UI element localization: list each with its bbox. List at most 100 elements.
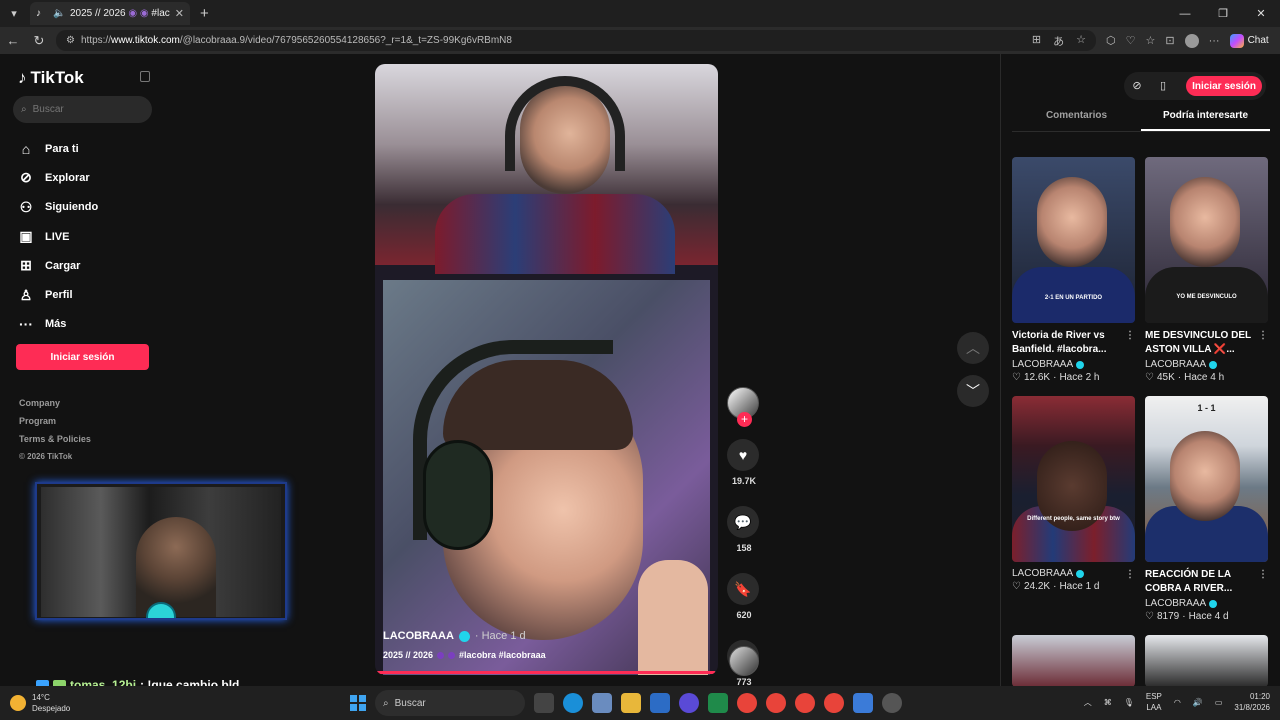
more-options-icon[interactable]: ⋮ <box>1125 329 1135 343</box>
card-author[interactable]: LACOBRAAA <box>1012 568 1135 579</box>
chrome-icon[interactable] <box>795 693 815 713</box>
sidebar-item-para-ti[interactable]: ⌂ Para ti <box>18 134 98 163</box>
comment-icon[interactable]: 💬 <box>727 506 759 538</box>
video-player[interactable]: LACOBRAAA · Hace 1 d 2025 // 2026 #lacob… <box>375 64 718 675</box>
back-icon[interactable]: ← <box>0 33 26 48</box>
more-options-icon[interactable]: ⋮ <box>1125 568 1135 582</box>
chrome-icon[interactable] <box>766 693 786 713</box>
video-author[interactable]: LACOBRAAA · Hace 1 d <box>383 630 703 642</box>
chrome-icon[interactable] <box>737 693 757 713</box>
card-thumbnail[interactable]: Different people, same story btw <box>1012 396 1135 562</box>
edge-icon[interactable] <box>563 693 583 713</box>
video-progress-bar[interactable] <box>375 671 718 674</box>
browser-essentials-icon[interactable]: ⊡ <box>1165 34 1174 47</box>
minimize-icon[interactable]: — <box>1166 0 1204 27</box>
copilot-chat-button[interactable]: Chat <box>1229 33 1269 48</box>
card-title[interactable]: ME DESVINCULO DEL ASTON VILLA ❌... ⋮ <box>1145 329 1268 357</box>
favorites-icon[interactable]: ☆ <box>1145 34 1155 47</box>
taskbar-search[interactable]: ⌕ Buscar <box>375 690 525 716</box>
recommended-card[interactable]: 1 - 1 REACCIÓN DE LA COBRA A RIVER... ⋮ L… <box>1145 396 1268 622</box>
footer-link-company[interactable]: Company <box>19 398 91 416</box>
restore-icon[interactable]: ❐ <box>1204 0 1242 27</box>
card-author[interactable]: LACOBRAAA <box>1145 598 1268 609</box>
save-action[interactable]: 🔖 620 <box>727 573 761 620</box>
language-indicator[interactable]: ESP LAA <box>1146 691 1162 713</box>
video-hashtags[interactable]: #lacobra #lacobraaa <box>459 650 546 660</box>
tiktok-logo[interactable]: ♪ TikTok <box>18 68 84 88</box>
windows-start-icon[interactable] <box>350 695 366 711</box>
settings-icon[interactable] <box>592 693 612 713</box>
phone-icon[interactable]: ▯ <box>1154 77 1172 95</box>
next-video-button[interactable]: ﹀ <box>957 375 989 407</box>
heart-icon[interactable]: ♥ <box>727 439 759 471</box>
collapse-sidebar-icon[interactable] <box>140 71 150 82</box>
profile-avatar[interactable] <box>1184 33 1199 48</box>
tab-comentarios[interactable]: Comentarios <box>1012 108 1141 131</box>
sidebar-item-live[interactable]: ▣ LIVE <box>18 222 98 251</box>
sidebar-item-cargar[interactable]: ⊞ Cargar <box>18 251 98 280</box>
discord-icon[interactable] <box>679 693 699 713</box>
file-explorer-icon[interactable] <box>621 693 641 713</box>
speaker-icon[interactable]: 🔈 <box>53 8 65 20</box>
bookmark-icon[interactable]: 🔖 <box>727 573 759 605</box>
like-action[interactable]: ♥ 19.7K <box>727 439 761 486</box>
wifi-icon[interactable]: ◠ <box>1174 698 1181 707</box>
card-thumbnail[interactable] <box>1012 635 1135 687</box>
network-icon[interactable]: ⌘ <box>1104 698 1112 707</box>
tab-podria-interesarte[interactable]: Podría interesarte <box>1141 108 1270 131</box>
previous-video-button[interactable]: ︿ <box>957 332 989 364</box>
comment-action[interactable]: 💬 158 <box>727 506 761 553</box>
chrome-icon[interactable] <box>824 693 844 713</box>
card-author[interactable]: LACOBRAAA <box>1012 359 1135 370</box>
obs-icon[interactable] <box>882 693 902 713</box>
extensions-icon[interactable]: ⬡ <box>1106 34 1116 47</box>
app-available-icon[interactable]: ⊞ <box>1032 33 1041 49</box>
volume-icon[interactable]: 🔊 <box>1193 698 1203 707</box>
search-input[interactable] <box>32 104 133 115</box>
author-avatar[interactable]: + <box>727 387 759 427</box>
recommended-card[interactable]: YO ME DESVINCULO ME DESVINCULO DEL ASTON… <box>1145 157 1268 383</box>
sidebar-item-explorar[interactable]: ⊘ Explorar <box>18 163 98 192</box>
browser-tab-active[interactable]: ♪ 🔈 2025 // 2026 ◉ ◉ #lacobra ✕ <box>30 2 190 25</box>
tab-actions-menu-icon[interactable]: ▾ <box>4 4 24 24</box>
tab-close-icon[interactable]: ✕ <box>175 7 184 20</box>
music-disc-avatar[interactable] <box>729 646 759 676</box>
store-icon[interactable] <box>853 693 873 713</box>
sidebar-item-siguiendo[interactable]: ⚇ Siguiendo <box>18 193 98 222</box>
sidebar-item-mas[interactable]: ··· Más <box>18 310 98 339</box>
clock[interactable]: 01:20 31/8/2026 <box>1234 691 1270 713</box>
header-login-button[interactable]: Iniciar sesión <box>1186 76 1262 96</box>
word-icon[interactable] <box>650 693 670 713</box>
recommended-card[interactable]: Different people, same story btw ⋮ LACOB… <box>1012 396 1135 592</box>
browser-menu-icon[interactable]: ··· <box>1209 35 1220 47</box>
card-author[interactable]: LACOBRAAA <box>1145 359 1268 370</box>
recommended-card[interactable] <box>1012 635 1135 687</box>
task-view-icon[interactable] <box>534 693 554 713</box>
footer-link-terms[interactable]: Terms & Policies <box>19 434 91 452</box>
close-window-icon[interactable]: ✕ <box>1242 0 1280 27</box>
weather-widget[interactable]: 14°C Despejado <box>10 692 70 714</box>
new-tab-button[interactable]: + <box>200 5 209 22</box>
card-thumbnail[interactable]: YO ME DESVINCULO <box>1145 157 1268 323</box>
footer-link-program[interactable]: Program <box>19 416 91 434</box>
search-box[interactable]: ⌕ <box>13 96 152 123</box>
compass-icon[interactable]: ⊘ <box>1128 77 1146 95</box>
excel-icon[interactable] <box>708 693 728 713</box>
battery-icon[interactable]: ▭ <box>1215 698 1223 707</box>
card-thumbnail[interactable]: 2-1 EN UN PARTIDO <box>1012 157 1135 323</box>
recommended-card[interactable] <box>1145 635 1268 687</box>
favorite-star-icon[interactable]: ☆ <box>1076 33 1086 49</box>
card-title[interactable]: Victoria de River vs Banfield. #lacobra.… <box>1012 329 1135 357</box>
more-options-icon[interactable]: ⋮ <box>1258 568 1268 582</box>
card-title[interactable]: REACCIÓN DE LA COBRA A RIVER... ⋮ <box>1145 568 1268 596</box>
follow-plus-icon[interactable]: + <box>737 412 752 427</box>
card-thumbnail[interactable] <box>1145 635 1268 687</box>
site-info-icon[interactable]: ⚙ <box>66 35 75 46</box>
more-options-icon[interactable]: ⋮ <box>1258 329 1268 343</box>
recommended-card[interactable]: 2-1 EN UN PARTIDO Victoria de River vs B… <box>1012 157 1135 383</box>
tray-chevron-icon[interactable]: ︿ <box>1084 697 1092 708</box>
url-field[interactable]: ⚙ https://www.tiktok.com/@lacobraaa.9/vi… <box>56 30 1096 51</box>
card-thumbnail[interactable]: 1 - 1 <box>1145 396 1268 562</box>
mic-icon[interactable]: 🎙 <box>1124 698 1134 707</box>
refresh-icon[interactable]: ↻ <box>26 33 52 49</box>
